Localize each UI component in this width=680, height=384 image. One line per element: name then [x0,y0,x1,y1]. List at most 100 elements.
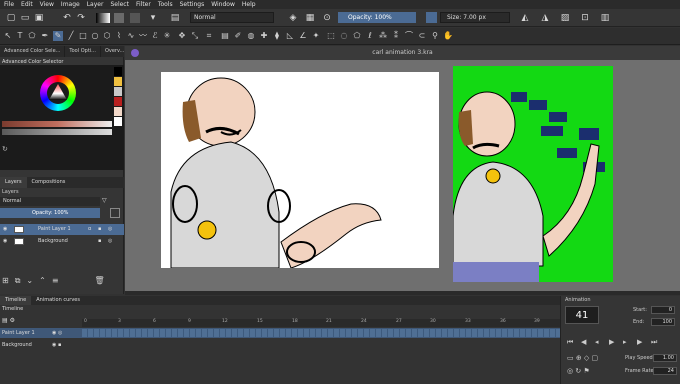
tab-layers[interactable]: Layers [0,177,27,188]
polygon-tool-icon[interactable]: ⬡ [102,31,112,41]
canvas-scrollbar[interactable] [125,291,680,295]
blend-mode-select[interactable]: Normal [190,12,274,23]
text-tool-icon[interactable]: T [15,31,25,41]
layer-menu-icon[interactable]: ≡ [52,276,59,288]
timeline-menu-icon[interactable]: ▤ ⚙ [2,317,15,324]
assistant-tool-icon[interactable]: ◺ [285,31,295,41]
opacity-slider[interactable]: Opacity: 100% [338,12,416,23]
rect-select-icon[interactable]: ⬚ [326,31,336,41]
swatch-black[interactable] [114,67,122,76]
pressure-icon[interactable]: ⊙ [322,13,332,23]
play-speed-field[interactable]: 1.00 [653,354,677,362]
canvas-area[interactable]: carl animation 3.kra [125,46,680,294]
save-icon[interactable]: ▣ [34,13,44,23]
undo-icon[interactable]: ↶ [62,13,72,23]
layer-row[interactable]: ◉ Paint Layer 1 α ▪ ◎ [0,224,124,235]
freehand-path-icon[interactable]: 〰 [138,31,148,41]
menu-image[interactable]: Image [61,1,80,8]
timeline-row[interactable]: Background ◉ ▪ [0,340,560,350]
similar-select-icon[interactable]: ⁑ [391,31,401,41]
polyline-tool-icon[interactable]: ⌇ [114,31,124,41]
visibility-eye-icon[interactable]: ◉ [3,236,7,247]
zoom-tool-icon[interactable]: ⚲ [430,31,440,41]
frame-ruler[interactable]: 0 3 6 9 12 15 18 21 24 27 30 33 36 39 [82,319,560,327]
first-frame-icon[interactable]: ⏮ [567,338,573,347]
inherit-alpha-icon[interactable]: α [88,224,91,235]
line-tool-icon[interactable]: ╱ [66,31,76,41]
brush-editor-icon[interactable]: ▾ [148,13,158,23]
timeline-row[interactable]: Paint Layer 1 ◉ ◎ [0,328,560,338]
multibrush-icon[interactable]: ✳ [162,31,172,41]
size-slider[interactable]: Size: 7.00 px [440,12,510,23]
fill-tool-icon[interactable]: ⧫ [272,31,282,41]
redo-icon[interactable]: ↷ [76,13,86,23]
select-shape-icon[interactable]: ↖ [3,31,13,41]
pattern-preset-icon[interactable] [114,13,124,23]
tab-compositions[interactable]: Compositions [27,177,71,188]
new-document-icon[interactable]: ▢ [6,13,16,23]
filter-icon[interactable]: ▽ [102,197,107,204]
menu-tools[interactable]: Tools [158,1,173,8]
start-field[interactable]: 0 [651,306,675,314]
refresh-icon[interactable]: ↻ [2,145,8,153]
colorize-mask-icon[interactable]: ◍ [246,31,256,41]
onion-skin-icon[interactable]: ◎ [108,236,112,247]
swatch-red[interactable] [114,97,122,106]
layer-blend-mode[interactable]: Normal [0,197,100,206]
frame-rate-field[interactable]: 24 [653,367,677,375]
workspace-icon[interactable]: ▥ [600,13,610,23]
rectangle-tool-icon[interactable]: □ [78,31,88,41]
preset-chooser-icon[interactable]: ▤ [170,13,180,23]
eraser-icon[interactable]: ◈ [288,13,298,23]
color-history-strip[interactable] [2,121,112,127]
alpha-lock-icon[interactable]: ▦ [305,13,315,23]
canvas-frame-1[interactable] [161,72,439,269]
tab-tool-options[interactable]: Tool Opti... [65,46,101,57]
gradient-preset-icon[interactable] [96,13,110,23]
menu-file[interactable]: File [4,1,14,8]
menu-select[interactable]: Select [110,1,129,8]
open-document-icon[interactable]: ▭ [20,13,30,23]
menu-edit[interactable]: Edit [21,1,33,8]
transform-tool-icon[interactable]: ⤡ [190,31,200,41]
mirror-vertical-icon[interactable]: ◮ [540,13,550,23]
tab-animation-curves[interactable]: Animation curves [31,296,85,305]
layer-row[interactable]: ◉ Background ▪ ◎ [0,236,124,247]
gradient-tool-icon[interactable]: ▤ [220,31,230,41]
tab-timeline[interactable]: Timeline [0,296,32,305]
current-frame-field[interactable]: 41 [565,306,599,324]
onion-skin-toggle-icon[interactable]: ◉ ◎ [52,328,62,338]
dynamic-brush-icon[interactable]: ℰ [150,31,160,41]
magnetic-select-icon[interactable]: ⊂ [417,31,427,41]
ellipse-tool-icon[interactable]: ○ [90,31,100,41]
polygon-select-icon[interactable]: ⬠ [352,31,362,41]
move-down-icon[interactable]: ⌄ [26,276,33,288]
lock-icon[interactable]: ▪ [98,224,101,235]
prev-frame-icon[interactable]: ◂ [595,338,599,346]
calligraphy-icon[interactable]: ✒ [40,31,50,41]
crop-icon[interactable]: ⊡ [580,13,590,23]
wrap-icon[interactable]: ▨ [560,13,570,23]
swatch-skin[interactable] [114,107,122,116]
layer-opacity-slider[interactable]: Opacity: 100% [0,208,100,218]
smart-patch-icon[interactable]: ✚ [259,31,269,41]
onion-skin-icon[interactable]: ◎ [108,224,112,235]
lock-toggle-icon[interactable]: ◉ ▪ [52,340,61,350]
delete-layer-icon[interactable]: 🗑 [95,276,105,288]
menu-settings[interactable]: Settings [180,1,205,8]
contiguous-select-icon[interactable]: ⁂ [378,31,388,41]
reference-tool-icon[interactable]: ✦ [311,31,321,41]
measure-tool-icon[interactable]: ∠ [298,31,308,41]
crop-tool-icon[interactable]: ⌗ [204,31,214,41]
visibility-eye-icon[interactable]: ◉ [3,224,7,235]
freehand-brush-icon[interactable]: ✎ [53,31,63,41]
swatch-yellow[interactable] [114,77,122,86]
duplicate-layer-icon[interactable]: ⧉ [15,276,21,288]
swatch-white[interactable] [114,117,122,126]
freehand-select-icon[interactable]: ℓ [365,31,375,41]
next-keyframe-icon[interactable]: ▶ [637,338,642,346]
ellipse-select-icon[interactable]: ◌ [339,31,349,41]
color-wheel[interactable] [40,75,76,111]
brush-preset-icon[interactable] [130,13,140,23]
color-selector[interactable]: ↻ [0,65,124,170]
